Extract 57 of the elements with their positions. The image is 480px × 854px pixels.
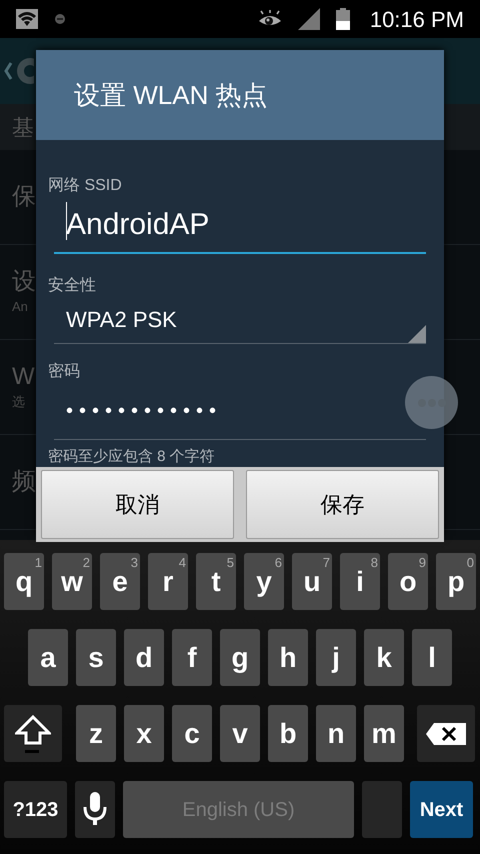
key[interactable]: q 1: [4, 553, 44, 610]
key[interactable]: d: [124, 629, 164, 686]
wifi-icon: [16, 9, 38, 29]
key[interactable]: p 0: [436, 553, 476, 610]
microphone-icon: [82, 792, 108, 828]
setting-subtitle: 选: [12, 393, 25, 412]
mic-key[interactable]: [75, 781, 115, 838]
key[interactable]: k: [364, 629, 404, 686]
setting-title: W: [12, 362, 35, 392]
shift-key[interactable]: [4, 705, 62, 762]
status-time: 10:16 PM: [370, 6, 464, 34]
key[interactable]: f: [172, 629, 212, 686]
field-label: 密码: [48, 362, 81, 382]
symbols-key[interactable]: ?123: [4, 781, 67, 838]
key[interactable]: t 5: [196, 553, 236, 610]
dialog-button[interactable]: 取消: [41, 470, 234, 539]
security-dropdown[interactable]: WPA2 PSK: [54, 296, 426, 344]
key[interactable]: y 6: [244, 553, 284, 610]
setting-subtitle: An: [12, 298, 28, 316]
dialog-title: 设置 WLAN 热点: [74, 78, 268, 112]
backspace-icon: [426, 722, 466, 744]
shift-icon: [15, 714, 51, 754]
key[interactable]: l: [412, 629, 452, 686]
field-label: 网络 SSID: [48, 176, 123, 196]
key[interactable]: h: [268, 629, 308, 686]
key[interactable]: b: [268, 705, 308, 762]
key[interactable]: g: [220, 629, 260, 686]
notification-dot-icon: [54, 13, 66, 25]
key[interactable]: u 7: [292, 553, 332, 610]
dialog-button[interactable]: 保存: [246, 470, 439, 539]
key[interactable]: x: [124, 705, 164, 762]
battery-icon: [336, 8, 350, 30]
key[interactable]: n: [316, 705, 356, 762]
delete-key[interactable]: [417, 705, 475, 762]
setting-title: 频: [12, 467, 36, 497]
key[interactable]: s: [76, 629, 116, 686]
eye-icon: [258, 10, 282, 28]
key[interactable]: e 3: [100, 553, 140, 610]
next-key[interactable]: Next: [410, 781, 473, 838]
key[interactable]: z: [76, 705, 116, 762]
key[interactable]: a: [28, 629, 68, 686]
setting-title: 设: [12, 267, 36, 298]
key[interactable]: w 2: [52, 553, 92, 610]
key[interactable]: i 8: [340, 553, 380, 610]
dropdown-triangle-icon: [408, 325, 426, 343]
key[interactable]: v: [220, 705, 260, 762]
key[interactable]: j: [316, 629, 356, 686]
field-label: 安全性: [48, 276, 97, 296]
key[interactable]: o 9: [388, 553, 428, 610]
signal-icon: [298, 8, 320, 30]
hint-text: 密码至少应包含 8 个字符: [48, 448, 216, 467]
key[interactable]: c: [172, 705, 212, 762]
setting-title: 保: [12, 182, 36, 212]
key[interactable]: m: [364, 705, 404, 762]
key[interactable]: r 4: [148, 553, 188, 610]
ssid-field[interactable]: AndroidAP: [54, 196, 426, 254]
section-header: 基: [12, 114, 34, 142]
